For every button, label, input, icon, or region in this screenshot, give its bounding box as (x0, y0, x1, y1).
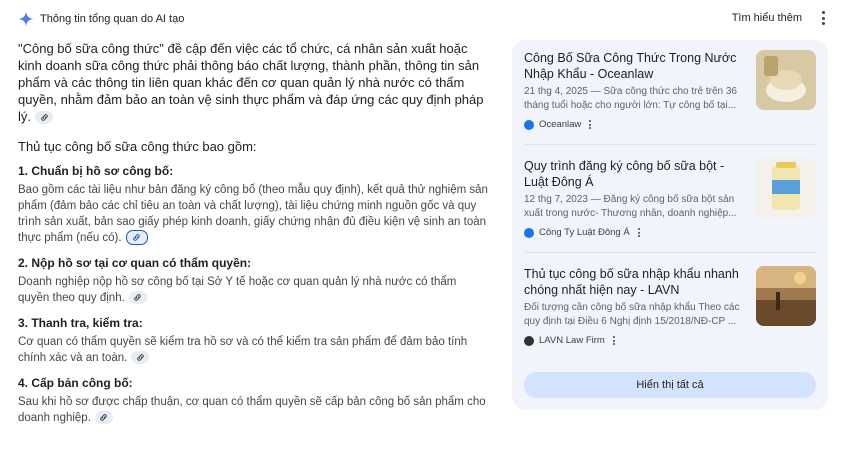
source-options-icon[interactable] (612, 336, 615, 345)
step-description: Cơ quan có thẩm quyền sẽ kiểm tra hồ sơ … (18, 336, 468, 365)
source-favicon-icon (524, 335, 534, 346)
step-title: 4. Cấp bản công bố: (18, 376, 133, 390)
source-options-icon[interactable] (589, 120, 592, 129)
source-thumbnail[interactable] (756, 266, 816, 326)
step-description: Sau khi hồ sơ được chấp thuận, cơ quan c… (18, 396, 486, 425)
sources-panel: Công Bố Sữa Công Thức Trong Nước Nhập Kh… (512, 40, 828, 410)
source-snippet: 21 thg 4, 2025 — Sữa công thức cho trẻ t… (524, 86, 737, 111)
source-title[interactable]: Công Bố Sữa Công Thức Trong Nước Nhập Kh… (524, 50, 746, 82)
step-title: 1. Chuẩn bị hồ sơ công bố: (18, 164, 174, 178)
citation-link-icon[interactable] (131, 351, 150, 365)
divider (524, 252, 816, 253)
source-card[interactable]: Quy trình đăng ký công bố sữa bột - Luật… (524, 158, 816, 238)
overview-content: "Công bố sữa công thức" đề cập đến việc … (18, 40, 488, 426)
citation-link-icon[interactable] (128, 291, 147, 305)
more-options-icon[interactable] (820, 11, 826, 25)
procedure-heading: Thủ tục công bố sữa công thức bao gồm: (18, 139, 257, 154)
intro-paragraph: "Công bố sữa công thức" đề cập đến việc … (18, 41, 484, 125)
ai-overview-title: Thông tin tổng quan do AI tạo (40, 13, 185, 25)
source-thumbnail[interactable] (756, 50, 816, 110)
source-attribution: Công Ty Luật Đông Á (524, 227, 816, 238)
source-attribution: LAVN Law Firm (524, 335, 816, 346)
source-snippet: 12 thg 7, 2023 — Đăng ký công bố sữa bột… (524, 194, 737, 219)
source-favicon-icon (524, 119, 534, 130)
citation-link-icon[interactable] (35, 111, 53, 125)
source-thumbnail[interactable] (756, 158, 816, 218)
ai-overview-header: Thông tin tổng quan do AI tạo (18, 10, 184, 28)
source-card[interactable]: Công Bố Sữa Công Thức Trong Nước Nhập Kh… (524, 50, 816, 130)
gemini-sparkle-icon (18, 11, 34, 27)
step-description: Bao gồm các tài liệu như bản đăng ký côn… (18, 184, 488, 246)
learn-more-link[interactable]: Tìm hiểu thêm (732, 12, 802, 24)
step-title: 3. Thanh tra, kiểm tra: (18, 316, 143, 330)
source-favicon-icon (524, 227, 534, 238)
source-name: Oceanlaw (539, 119, 582, 130)
divider (524, 144, 816, 145)
step-title: 2. Nộp hồ sơ tại cơ quan có thẩm quyền: (18, 256, 252, 270)
source-name: LAVN Law Firm (539, 335, 605, 346)
citation-link-icon[interactable] (94, 411, 113, 425)
citation-link-icon[interactable] (125, 230, 148, 246)
step-description: Doanh nghiệp nộp hồ sơ công bố tại Sở Y … (18, 276, 457, 305)
source-title[interactable]: Thủ tục công bố sữa nhập khẩu nhanh chón… (524, 266, 746, 298)
source-snippet: Đối tượng cần công bố sữa nhập khẩu Theo… (524, 302, 740, 327)
source-attribution: Oceanlaw (524, 119, 816, 130)
source-title[interactable]: Quy trình đăng ký công bố sữa bột - Luật… (524, 158, 746, 190)
show-all-button[interactable]: Hiển thị tất cả (524, 372, 816, 398)
source-card[interactable]: Thủ tục công bố sữa nhập khẩu nhanh chón… (524, 266, 816, 346)
source-name: Công Ty Luật Đông Á (539, 227, 630, 238)
source-options-icon[interactable] (637, 228, 640, 237)
